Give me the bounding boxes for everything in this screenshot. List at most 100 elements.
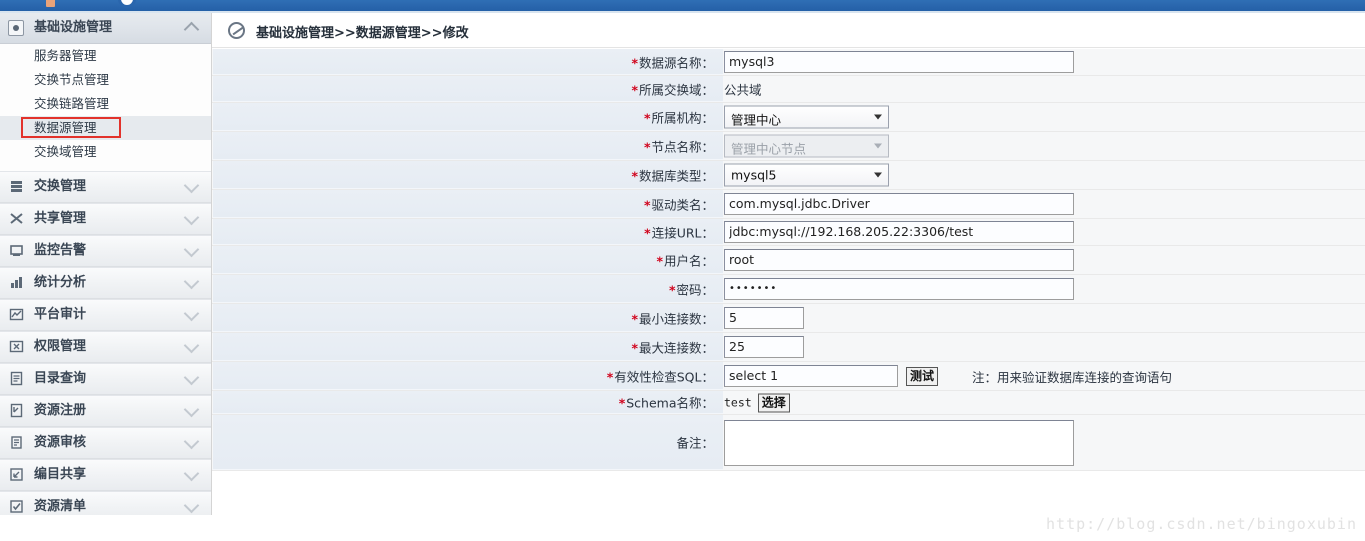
review-icon [9,435,24,450]
sidebar-item-server-management[interactable]: 服务器管理 [0,44,211,68]
test-connection-button[interactable]: 测试 [906,366,939,386]
datasource-name-input[interactable] [724,51,1074,73]
orange-square-icon [46,0,55,7]
chevron-down-icon[interactable] [183,369,200,386]
database-type-select[interactable]: mysql5 [724,163,889,187]
field-value [724,219,1365,245]
top-blue-bar [0,0,1365,11]
node-name-select: 管理中心节点 [724,134,889,158]
chevron-down-icon[interactable] [183,177,200,194]
form-row-validation-sql: *有效性检查SQL： 测试 注：用来验证数据库连接的查询语句 [212,362,1365,391]
field-value: test 选择 [724,391,1365,414]
label-text: Schema名称： [626,395,714,411]
field-value [724,49,1365,75]
required-mark: * [606,369,614,384]
register-icon [9,403,24,418]
field-value [724,415,1365,470]
chevron-down-icon[interactable] [183,497,200,514]
chevron-down-icon[interactable] [183,273,200,290]
monitor-icon [9,243,24,258]
label-text: 连接URL： [651,225,714,240]
required-mark: * [631,55,638,70]
infrastructure-icon [8,20,24,36]
field-value [724,190,1365,218]
sidebar-group-catalog-query[interactable]: 目录查询 [0,363,211,395]
sidebar-item-datasource-management[interactable]: 数据源管理 [0,116,211,140]
form-row-password: *密码： [212,275,1365,304]
sidebar-group-label: 监控告警 [34,243,87,258]
form-row-username: *用户名： [212,246,1365,275]
validation-sql-input[interactable] [724,365,898,387]
sidebar-group-infrastructure[interactable]: 基础设施管理 [0,13,211,44]
sidebar-group-statistics[interactable]: 统计分析 [0,267,211,299]
field-label: 备注： [213,415,723,470]
chevron-down-icon[interactable] [183,433,200,450]
chevron-down-icon[interactable] [183,337,200,354]
sidebar-item-label: 交换链路管理 [34,96,110,111]
sidebar-group-monitor[interactable]: 监控告警 [0,235,211,267]
sidebar-group-catalog-share[interactable]: 编目共享 [0,459,211,491]
chevron-down-icon[interactable] [183,241,200,258]
chevron-down-icon [874,143,882,149]
min-connections-input[interactable] [724,307,804,329]
sidebar-group-share[interactable]: 共享管理 [0,203,211,235]
max-connections-input[interactable] [724,336,804,358]
field-label: *Schema名称： [213,391,723,414]
schema-select-button[interactable]: 选择 [757,393,790,412]
sidebar-group-resource-register[interactable]: 资源注册 [0,395,211,427]
field-value: 公共域 [724,76,1365,102]
field-label: *所属交换域： [213,76,723,102]
driver-class-input[interactable] [724,193,1074,215]
field-value [724,304,1365,332]
field-label: *有效性检查SQL： [213,362,723,390]
catalog-share-icon [9,467,24,482]
chevron-down-icon[interactable] [183,465,200,482]
form-row-schema-name: *Schema名称： test 选择 [212,391,1365,415]
sidebar-group-label: 交换管理 [34,179,87,194]
username-input[interactable] [724,249,1074,271]
label-text: 最大连接数： [638,340,714,355]
breadcrumb: 基础设施管理>>数据源管理>>修改 [212,13,1365,48]
permission-icon [9,339,24,354]
connection-url-input[interactable] [724,221,1074,243]
sidebar-group-label: 统计分析 [34,275,87,290]
chevron-down-icon[interactable] [183,209,200,226]
sidebar-group-exchange[interactable]: 交换管理 [0,171,211,203]
chevron-down-icon[interactable] [183,305,200,322]
sidebar-item-exchange-node-management[interactable]: 交换节点管理 [0,68,211,92]
organization-select[interactable]: 管理中心 [724,105,889,129]
sidebar-group-permission[interactable]: 权限管理 [0,331,211,363]
field-label: *最小连接数： [213,304,723,332]
sidebar-group-label: 资源审核 [34,435,87,450]
sidebar-group-label: 平台审计 [34,307,87,322]
required-mark: * [631,82,638,97]
label-text: 备注： [676,435,714,451]
field-value: 管理中心 [724,103,1365,131]
sidebar-item-exchange-link-management[interactable]: 交换链路管理 [0,92,211,116]
remarks-textarea[interactable] [724,419,1074,466]
required-mark: * [618,395,626,411]
field-label: *密码： [213,275,723,303]
breadcrumb-text: 基础设施管理>>数据源管理>>修改 [256,26,469,41]
form-row-exchange-domain: *所属交换域： 公共域 [212,76,1365,103]
sidebar-group-audit[interactable]: 平台审计 [0,299,211,331]
label-text: 数据库类型： [638,168,714,183]
required-mark: * [656,253,663,268]
required-mark: * [643,110,651,125]
chevron-down-icon[interactable] [183,401,200,418]
required-mark: * [631,311,638,326]
sidebar-item-exchange-domain-management[interactable]: 交换域管理 [0,140,211,164]
node-name-select-value: 管理中心节点 [731,141,807,157]
chevron-up-icon[interactable] [183,21,200,38]
chevron-down-icon [874,114,882,120]
form-row-connection-url: *连接URL： [212,219,1365,246]
required-mark: * [644,225,651,240]
sidebar-group-resource-review[interactable]: 资源审核 [0,427,211,459]
sidebar-item-label: 交换节点管理 [34,72,110,87]
sidebar-group-resource-list[interactable]: 资源清单 [0,491,211,515]
label-text: 节点名称： [651,139,714,154]
field-label: *用户名： [213,246,723,274]
password-input[interactable] [724,278,1074,300]
required-mark: * [631,340,638,355]
sidebar-group-label: 编目共享 [34,467,87,482]
